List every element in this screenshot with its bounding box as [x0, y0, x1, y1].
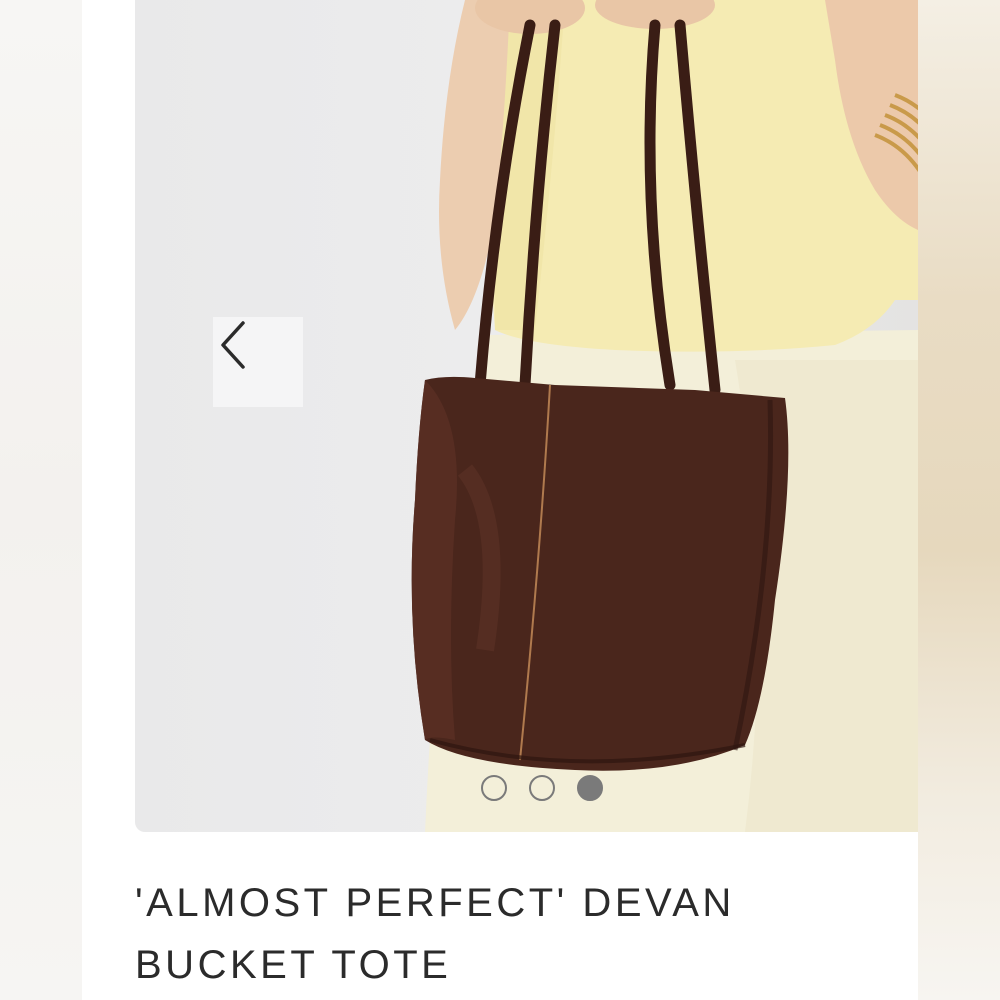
product-title-line2: BUCKET TOTE	[135, 943, 452, 987]
product-title-line1: 'ALMOST PERFECT' DEVAN	[135, 881, 735, 925]
previous-slide-button[interactable]	[213, 317, 303, 407]
carousel-indicators	[135, 773, 918, 803]
blurred-margin-left	[0, 0, 82, 1000]
product-card: 'ALMOST PERFECT' DEVAN BUCKET TOTE	[82, 0, 918, 1000]
carousel-dot-2[interactable]	[528, 775, 555, 801]
product-photo	[411, 0, 918, 832]
chevron-left-icon	[221, 321, 245, 369]
carousel-dot-3-active[interactable]	[576, 775, 603, 801]
product-image-carousel[interactable]	[135, 0, 918, 832]
blurred-margin-right	[918, 0, 1000, 1000]
product-title: 'ALMOST PERFECT' DEVAN BUCKET TOTE	[135, 872, 895, 996]
carousel-dot-1[interactable]	[480, 775, 507, 801]
